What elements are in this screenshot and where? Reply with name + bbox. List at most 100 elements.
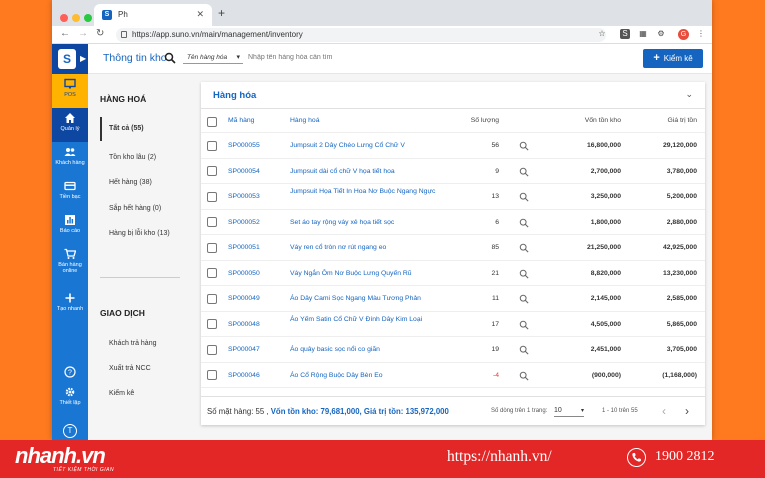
tab-close-icon[interactable]: ✕ [196, 9, 204, 20]
product-code[interactable]: SP000048 [228, 312, 260, 337]
product-code[interactable]: SP000052 [228, 210, 260, 235]
zoom-search-icon[interactable] [519, 345, 529, 355]
sidebar-item-thiet-lap[interactable]: Thiết lập [52, 382, 88, 416]
zoom-search-icon[interactable] [519, 320, 529, 330]
rows-per-page-select[interactable]: 10 ▾ [554, 405, 584, 417]
product-code[interactable]: SP000054 [228, 159, 260, 184]
close-window-dot[interactable] [60, 14, 68, 22]
product-code[interactable]: SP000055 [228, 133, 260, 158]
row-checkbox[interactable] [207, 344, 217, 355]
row-checkbox[interactable] [207, 140, 217, 151]
product-code[interactable]: SP000049 [228, 286, 260, 311]
sidebar-item-user[interactable]: T [52, 422, 88, 440]
row-checkbox[interactable] [207, 319, 217, 329]
collapse-chevron-icon[interactable]: ⌄ [685, 89, 693, 100]
product-name[interactable]: Áo Cổ Rộng Buộc Dây Bèn Eo [290, 363, 445, 388]
zoom-search-icon[interactable] [519, 141, 529, 151]
table-row[interactable]: SP000048 Áo Yếm Satin Cổ Chữ V Đính Dây K… [201, 312, 705, 337]
maximize-window-dot[interactable] [84, 14, 92, 22]
table-row[interactable]: SP000052 Set áo tay rộng váy xẻ họa tiết … [201, 210, 705, 235]
suno-extension-icon[interactable]: S [620, 29, 630, 39]
sidebar-item-khach-hang[interactable]: Khách hàng [52, 142, 88, 176]
nav-item-hang-bi-loi-kho[interactable]: Hàng bị lỗi kho (13) [109, 230, 170, 237]
zoom-search-icon[interactable] [519, 192, 529, 202]
nav-item-het-hang[interactable]: Hết hàng (38) [109, 179, 152, 186]
nav-item-kiem-ke[interactable]: Kiểm kê [109, 390, 134, 397]
row-checkbox[interactable] [207, 191, 217, 202]
search-icon[interactable] [164, 52, 176, 64]
header-stock[interactable]: Vốn tồn kho [541, 109, 621, 133]
table-row[interactable]: SP000053 Jumpsuit Họa Tiết In Hoa Nơ Buộc… [201, 184, 705, 210]
sidebar-logo[interactable]: S ▶ [52, 44, 88, 74]
table-row[interactable]: SP000046 Áo Cổ Rộng Buộc Dây Bèn Eo -4 (900… [201, 363, 705, 388]
kiem-ke-button[interactable]: + Kiểm kê [643, 49, 703, 68]
zoom-search-icon[interactable] [519, 218, 529, 228]
prev-page-button[interactable]: ‹ [658, 404, 670, 418]
card-header[interactable]: Hàng hóa ⌄ [201, 82, 705, 109]
product-name[interactable]: Váy Ngắn Ôm Nơ Buộc Lưng Quyến Rũ [290, 261, 445, 286]
header-name[interactable]: Hàng hoá [290, 109, 445, 133]
row-checkbox[interactable] [207, 293, 217, 304]
header-value[interactable]: Giá trị tồn [621, 109, 697, 133]
product-code[interactable]: SP000050 [228, 261, 260, 286]
url-field[interactable]: https://app.suno.vn/main/management/inve… [116, 28, 606, 42]
nav-item-tat-ca[interactable]: Tất cả (55) [109, 125, 144, 132]
table-row[interactable]: SP000047 Áo quây basic sọc nổi co giãn 19 2… [201, 337, 705, 363]
back-icon[interactable]: ← [60, 28, 70, 39]
table-row[interactable]: SP000050 Váy Ngắn Ôm Nơ Buộc Lưng Quyến R… [201, 261, 705, 286]
search-input[interactable] [248, 52, 448, 64]
search-type-select[interactable]: Tên hàng hóa ▾ [183, 52, 243, 64]
browser-tab[interactable]: S Ph ✕ [94, 4, 212, 26]
product-code[interactable]: SP000051 [228, 235, 260, 260]
settings-extension-icon[interactable]: ⚙ [656, 29, 666, 39]
row-checkbox[interactable] [207, 268, 217, 278]
product-name[interactable]: Jumpsuit dài cổ chữ V họa tiết hoa [290, 159, 445, 184]
profile-avatar[interactable]: G [678, 29, 689, 40]
sidebar-item-tien-bac[interactable]: Tiền bạc [52, 176, 88, 210]
zoom-search-icon[interactable] [519, 243, 529, 253]
bookmark-star-icon[interactable]: ☆ [597, 29, 607, 39]
forward-icon[interactable]: → [78, 28, 88, 39]
header-code[interactable]: Mã hàng [228, 109, 254, 133]
select-all-checkbox[interactable] [207, 116, 217, 127]
minimize-window-dot[interactable] [72, 14, 80, 22]
product-name[interactable]: Áo Dây Cami Sọc Ngang Màu Tương Phản [290, 286, 445, 311]
next-page-button[interactable]: › [681, 404, 693, 418]
product-code[interactable]: SP000053 [228, 184, 260, 209]
product-name[interactable]: Váy ren cổ tròn nơ rút ngang eo [290, 235, 445, 260]
sidebar-item-quan-ly[interactable]: Quản lý [52, 108, 88, 142]
reload-icon[interactable]: ↻ [96, 28, 104, 39]
row-checkbox[interactable] [207, 242, 217, 253]
row-checkbox[interactable] [207, 217, 217, 227]
zoom-search-icon[interactable] [519, 167, 529, 177]
row-checkbox[interactable] [207, 166, 217, 176]
product-name[interactable]: Set áo tay rộng váy xẻ họa tiết sọc [290, 210, 445, 235]
zoom-search-icon[interactable] [519, 294, 529, 304]
nav-item-khach-tra-hang[interactable]: Khách trả hàng [109, 340, 156, 347]
new-tab-icon[interactable]: + [218, 6, 225, 20]
zoom-search-icon[interactable] [519, 371, 529, 381]
sidebar-item-bao-cao[interactable]: Báo cáo [52, 210, 88, 244]
browser-menu-icon[interactable]: ⋮ [696, 29, 706, 39]
product-code[interactable]: SP000047 [228, 337, 260, 362]
sidebar-item-help[interactable]: ? [52, 362, 88, 382]
table-row[interactable]: SP000055 Jumpsuit 2 Dây Chéo Lưng Cổ Chữ … [201, 133, 705, 159]
nav-item-sap-het-hang[interactable]: Sắp hết hàng (0) [109, 205, 161, 212]
zoom-search-icon[interactable] [519, 269, 529, 279]
table-row[interactable]: SP000051 Váy ren cổ tròn nơ rút ngang eo 8… [201, 235, 705, 261]
product-name[interactable]: Áo Yếm Satin Cổ Chữ V Đính Dây Kim Loại [290, 315, 445, 324]
header-qty[interactable]: Số lượng [449, 109, 499, 133]
grid-extension-icon[interactable]: ▦ [638, 29, 648, 39]
product-name[interactable]: Jumpsuit Họa Tiết In Hoa Nơ Buộc Ngang N… [290, 187, 445, 196]
sidebar-item-tao-nhanh[interactable]: Tạo nhanh [52, 288, 88, 322]
nav-item-xuat-tra-ncc[interactable]: Xuất trả NCC [109, 365, 151, 372]
product-code[interactable]: SP000046 [228, 363, 260, 388]
table-row[interactable]: SP000054 Jumpsuit dài cổ chữ V họa tiết h… [201, 159, 705, 184]
row-checkbox[interactable] [207, 370, 217, 380]
sidebar-item-ban-hang-online[interactable]: Bán hàng online [52, 244, 88, 284]
table-row[interactable]: SP000049 Áo Dây Cami Sọc Ngang Màu Tương … [201, 286, 705, 312]
product-name[interactable]: Áo quây basic sọc nổi co giãn [290, 337, 445, 362]
nav-item-ton-kho-lau[interactable]: Tồn kho lâu (2) [109, 154, 156, 161]
sidebar-item-pos[interactable]: POS [52, 74, 88, 108]
expand-sidebar-icon[interactable]: ▶ [80, 54, 86, 63]
